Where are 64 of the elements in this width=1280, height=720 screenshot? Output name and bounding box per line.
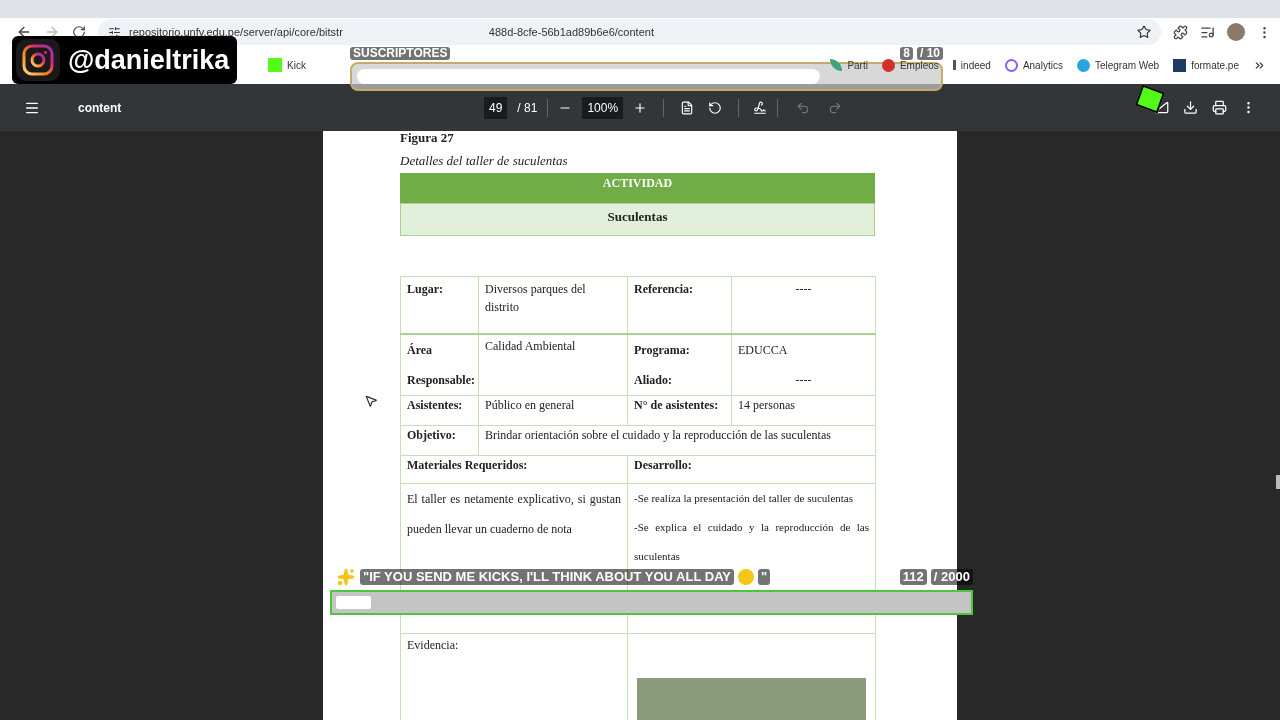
bookmark[interactable]: Telegram Web: [1076, 57, 1160, 73]
field-label: Aliado:: [634, 371, 673, 389]
social-handle: @danieltrika: [68, 43, 230, 77]
activity-name: Suculentas: [400, 203, 875, 236]
media-icon[interactable]: [1200, 24, 1215, 40]
reload-icon[interactable]: [72, 25, 86, 39]
goal-progress-fill: [336, 596, 372, 609]
goal-label: SUSCRIPTORES: [350, 47, 451, 60]
figure-label: Figura 27: [400, 131, 454, 147]
table-cell: N° de asistentes:: [627, 395, 732, 425]
figure-caption: Detalles del taller de suculentas: [400, 152, 569, 170]
analytics-logo-icon: [1004, 58, 1018, 72]
goal-total: / 10: [917, 47, 943, 60]
goal-count: 8: [900, 47, 913, 60]
avatar[interactable]: [1227, 23, 1245, 41]
goal-message-end: ": [758, 569, 771, 585]
bookmark[interactable]: indeed: [952, 57, 991, 73]
table-header: ACTIVIDAD: [400, 173, 875, 203]
telegram-logo-icon: [1076, 58, 1090, 72]
kick-logo-icon: [268, 58, 282, 72]
table-cell: Lugar:: [400, 276, 479, 334]
page-total: / 81: [517, 99, 538, 117]
list-item: -Se explica el cuidado y la reproducción de las suculentas: [634, 519, 869, 564]
page-number-field[interactable]: 49: [484, 96, 508, 119]
instagram-logo-icon: [16, 39, 60, 81]
table-cell: Objetivo:: [400, 425, 479, 455]
address-bar[interactable]: repositorio.unfv.edu.pe/server/api/core/bitstr 488d-8cfe-56b1ad89b6e6/content: [98, 19, 1161, 45]
field-label: Programa:: [634, 341, 691, 359]
extensions-icon[interactable]: [1173, 24, 1188, 40]
table-cell: ----: [731, 276, 876, 334]
table-cell: Público en general: [478, 395, 628, 425]
zoom-field[interactable]: 100%: [582, 96, 624, 119]
print-icon[interactable]: [1212, 100, 1227, 115]
zoom-in-icon[interactable]: [633, 100, 648, 115]
fit-page-icon[interactable]: [680, 100, 695, 115]
bookmark[interactable]: Kick: [268, 57, 306, 73]
table-cell: Materiales Requeridos:: [400, 455, 628, 483]
goal-message: "IF YOU SEND ME KICKS, I'LL THINK ABOUT YOU ALL DAY: [360, 569, 734, 585]
url-text: 488d-8cfe-56b1ad89b6e6/content: [488, 24, 654, 40]
bookmark[interactable]: formate.pe: [1173, 57, 1239, 73]
bookmark-star-icon[interactable]: [1137, 25, 1151, 39]
table-cell: Evidencia:: [400, 633, 628, 720]
table-cell: Referencia:: [627, 276, 732, 334]
download-icon[interactable]: [1183, 100, 1198, 115]
table-cell: Diversos parques del distrito: [478, 276, 628, 334]
list-item: -Se realiza la presentación del taller de suculentas: [634, 490, 854, 506]
table-cell: Área Responsable:: [400, 333, 479, 395]
draw-icon[interactable]: [753, 100, 768, 115]
goal-count: 112: [899, 569, 927, 585]
table-cell: Brindar orientación sobre el cuidado y la reproducción de las suculentas: [478, 425, 876, 455]
table-cell: Desarrollo:: [627, 455, 876, 483]
logo-icon: [1173, 58, 1187, 72]
scrollbar-thumb: [1276, 475, 1280, 489]
field-value: EDUCCA: [738, 341, 789, 359]
table-cell: 14 personas: [731, 395, 876, 425]
url-text: repositorio.unfv.edu.pe/server/api/core/bitstr: [129, 24, 343, 40]
field-value: ----: [794, 371, 813, 389]
bookmark[interactable]: Analytics: [1004, 57, 1063, 73]
rotate-icon[interactable]: [708, 100, 723, 115]
table-cell: Calidad Ambiental: [478, 333, 628, 395]
document-title: content: [78, 99, 122, 117]
mouse-cursor-icon: [364, 394, 378, 408]
table-cell: Asistentes:: [400, 395, 479, 425]
sparkles-icon: [337, 568, 355, 586]
